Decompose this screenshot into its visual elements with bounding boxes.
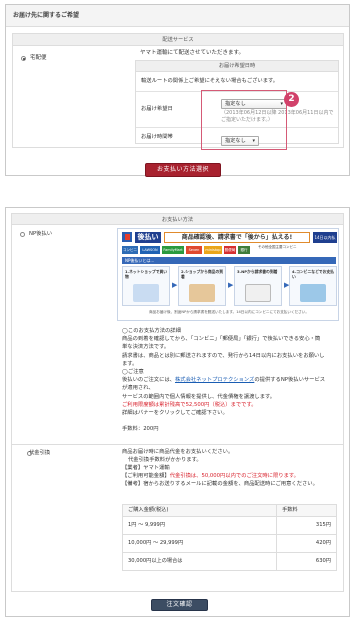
takuhaibin-radio[interactable] (21, 56, 26, 61)
table-cell: 1円 ～ 9,999円 (121, 516, 278, 535)
table-cell: 10,000円 ～ 29,999円 (121, 534, 278, 553)
delivery-date-label: お届け希望日 (141, 106, 173, 112)
np-atobarai-label: NP後払い (29, 231, 53, 237)
store-logo: 銀行 (238, 246, 250, 254)
np-details: ◯このお支払方法の詳細 商品の到着を確認してから、「コンビニ」「郵便局」「銀行」… (122, 327, 344, 433)
table-cell: 420円 (276, 534, 337, 553)
np-detail-line: ◯ご注意 (122, 369, 144, 376)
np-steps-title: NP後払いとは… (122, 257, 336, 264)
cod-detail-line: 【備考】宿からお送りするメールに記載の金額を、商品配送時にご用意ください。 (122, 481, 318, 487)
np-stores-other: その他全国主要コンビニ (258, 245, 297, 249)
order-confirm-button[interactable]: 注文確認 (151, 599, 208, 611)
divider (12, 444, 343, 445)
np-step-2: 2.ショップから商品の到着 (178, 266, 226, 306)
np-headline: 商品確認後、請求書で「後から」払える! (164, 232, 310, 243)
invoice-icon (245, 284, 271, 302)
np-step-3: 3.NPから請求書の到着 (234, 266, 282, 306)
payment-method-select-button[interactable]: お支払い方法選択 (145, 163, 221, 177)
np-step-4: 4.コンビニなどでお支払い (289, 266, 337, 306)
takuhaibin-label: 宅配便 (30, 55, 47, 61)
np-atobarai-radio[interactable] (20, 232, 25, 237)
table-cell: 630円 (276, 552, 337, 571)
cod-detail-line-limit: 【ご利用可能金額】代金引換は、50,000円以内でのご注文時に限ります。 (122, 472, 344, 480)
cod-detail-line: 【業者】ヤマト運輸 (122, 465, 170, 471)
table-header-row: ご購入金額(税込) 手数料 (121, 504, 337, 517)
np-detail-line: ◯このお支払方法の詳細 (122, 328, 181, 334)
np-step-label: 4.コンビニなどでお支払い (292, 269, 334, 280)
np-store-logos: コンビニ LAWSON FamilyMart Seven ministop 郵便… (122, 246, 252, 254)
store-logo: コンビニ (122, 246, 138, 254)
store-logo: Seven (186, 246, 202, 254)
netprotections-link[interactable]: 株式会社ネットプロテクションズ (175, 377, 254, 383)
highlight-box (201, 90, 287, 150)
table-cell: 315円 (276, 516, 337, 535)
table-row: 1円 ～ 9,999円 315円 (121, 516, 337, 535)
np-step-label: 2.ショップから商品の到着 (181, 269, 224, 280)
store-logo: 郵便局 (224, 246, 236, 254)
table-header: 手数料 (276, 504, 337, 517)
np-banner-footnote: 商品お届け後、別途NPから請求書を郵送いたします。14日以内にコンビニにてお支払… (149, 310, 309, 314)
cod-detail-text: 【ご利用可能金額】 (122, 473, 170, 479)
cod-limit-warning: 代金引換は、50,000円以内でのご注文時に限ります。 (169, 473, 299, 479)
payment-panel: お支払い方法 NP後払い 後払い 商品確認後、請求書で「後から」払える! 14日… (5, 207, 350, 617)
package-icon (189, 284, 215, 302)
np-detail-text: の提供するNP後払いサービス (254, 377, 326, 384)
delivery-panel: お届け先に関するご希望 配送サービス 宅配便 ヤマト運輸にて配送させていただきま… (5, 4, 350, 177)
np-detail-line: 請求書は、商品とは別に郵送されますので、発行から14日以内にお支払いをお願いし (122, 352, 325, 359)
delivery-note: ヤマト運輸にて配送させていただきます。 (140, 50, 244, 56)
np-brand: 後払い (135, 232, 161, 243)
delivery-panel-header: お届け先に関するご希望 (6, 5, 349, 27)
np-detail-line: 商品の到着を確認してから、「コンビニ」「郵便局」「銀行」で後払いできる安心・簡 (122, 336, 321, 343)
store-logo: ministop (204, 246, 222, 254)
delivery-time-label: お届け時間帯 (141, 134, 173, 140)
table-row: 30,000円以上の場合は 630円 (121, 552, 337, 571)
cod-detail-line: 商品お届け時に商品代金をお支払いください。 (122, 449, 234, 455)
delivery-service-box: 配送サービス 宅配便 ヤマト運輸にて配送させていただきます。 お届け希望日時 輸… (12, 33, 344, 148)
store-logo: FamilyMart (162, 246, 184, 254)
delivery-panel-title: お届け先に関するご希望 (13, 12, 80, 19)
table-row: 10,000円 ～ 29,999円 420円 (121, 534, 337, 553)
computer-icon (133, 284, 159, 302)
cod-label: 代金引換 (29, 450, 51, 456)
np-detail-line: 詳細はバナーをクリックしてご確認下さい。 (122, 410, 228, 417)
np-step-label: 3.NPから請求書の到着 (237, 269, 278, 274)
arrow-right-icon: ▶ (172, 281, 178, 289)
np-limit-warning: ご利用限度額は累計残高で52,500円（税込）までです。 (122, 401, 257, 408)
step-number-badge: 2 (284, 92, 299, 107)
np-detail-line: サービスの範囲内で個人情報を提供し、代金債権を譲渡します。 (122, 393, 276, 400)
delivery-service-heading: 配送サービス (13, 34, 343, 46)
delivery-datetime-note: 輸送ルートの関係上ご希望にそえない場合もございます。 (141, 78, 279, 84)
arrow-right-icon: ▶ (228, 281, 234, 289)
np-detail-text: 後払いのご注文には、 (122, 377, 175, 384)
np-14days-badge: 14日以内払い (313, 232, 337, 251)
np-detail-line-with-link: 後払いのご注文には、株式会社ネットプロテクションズの提供するNP後払いサービス (122, 376, 344, 384)
np-logo-mark (125, 234, 130, 240)
np-detail-line: ます。 (122, 360, 138, 367)
np-detail-line: 単な決済方法です。 (122, 344, 170, 351)
cod-fee-table: ご購入金額(税込) 手数料 1円 ～ 9,999円 315円 10,000円 ～… (121, 504, 337, 571)
table-header: ご購入金額(税込) (121, 504, 278, 517)
table-cell: 30,000円以上の場合は (121, 552, 278, 571)
np-step-label: 1.ネットショップで買い物 (125, 269, 168, 280)
cod-details: 商品お届け時に商品代金をお支払いください。 代金引換手数料がかかります。 【業者… (122, 448, 344, 488)
np-atobarai-banner[interactable]: 後払い 商品確認後、請求書で「後から」払える! 14日以内払い コンビニ LAW… (117, 228, 339, 321)
np-fee: 手数料：200円 (122, 426, 159, 433)
delivery-datetime-heading: お届け希望日時 (136, 61, 338, 72)
cod-detail-line: 代金引換手数料がかかります。 (128, 457, 202, 463)
store-icon (300, 284, 326, 302)
store-logo: LAWSON (140, 246, 160, 254)
payment-options: NP後払い 後払い 商品確認後、請求書で「後から」払える! 14日以内払い コン… (11, 224, 344, 592)
np-detail-line: が適用され、 (122, 385, 154, 392)
np-step-1: 1.ネットショップで買い物 (122, 266, 170, 306)
